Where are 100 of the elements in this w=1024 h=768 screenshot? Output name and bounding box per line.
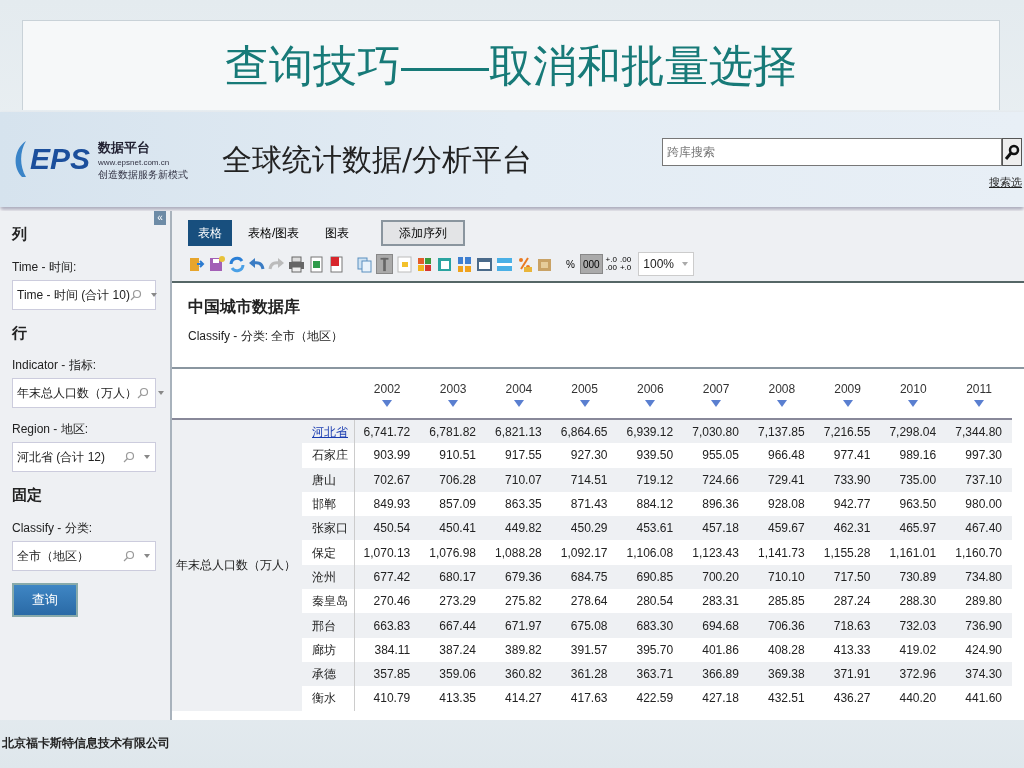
table-cell: 863.35 [486, 491, 552, 517]
table-cell: 369.38 [748, 661, 815, 687]
table-cell: 440.20 [880, 686, 947, 711]
table-cell: 679.36 [486, 564, 552, 590]
format-button[interactable]: 000 [579, 254, 603, 274]
table-cell: 1,160.70 [946, 540, 1012, 565]
table-cell: 690.85 [617, 564, 684, 590]
dropdown-field[interactable]: Time - 时间 (合计 10) [12, 279, 156, 310]
search-icon [123, 549, 135, 562]
sort-icon[interactable] [448, 399, 459, 408]
logo-swoosh-icon [14, 141, 26, 178]
table-cell: 1,092.17 [551, 540, 618, 565]
table-cell: 6,821.13 [486, 419, 552, 444]
table-cell: 706.28 [420, 467, 486, 492]
table-cell: 436.27 [814, 686, 881, 711]
sort-icon[interactable] [842, 399, 853, 408]
table-cell: 462.31 [814, 516, 881, 541]
column-header[interactable]: 2002 [355, 379, 420, 398]
table-cell: 1,141.73 [748, 540, 815, 565]
query-button[interactable]: 查询 [12, 582, 78, 617]
table-cell: 287.24 [814, 589, 881, 614]
table-cell: 395.70 [617, 637, 684, 662]
table-cell: 273.29 [420, 589, 486, 614]
column-header[interactable]: 2006 [618, 379, 683, 398]
pdf-icon[interactable] [328, 254, 345, 274]
region-cell: 邯郸 [312, 497, 336, 512]
zoom-select[interactable]: 100% [638, 252, 695, 276]
sort-icon[interactable] [711, 399, 722, 408]
sort-icon[interactable] [974, 399, 985, 408]
column-header[interactable]: 2007 [684, 379, 748, 398]
sort-icon[interactable] [645, 399, 656, 408]
table-cell: 285.85 [748, 589, 815, 614]
section-heading: 固定 [12, 485, 43, 505]
table-cell: 465.97 [880, 516, 947, 541]
table-cell: 413.35 [420, 686, 486, 711]
table-cell: 857.09 [420, 491, 486, 517]
dropdown-field[interactable]: 全市（地区） [12, 540, 156, 571]
region-cell: 保定 [312, 545, 336, 560]
copy-icon[interactable] [356, 254, 373, 274]
table-cell: 7,298.04 [880, 419, 947, 444]
tab[interactable]: 图表 [315, 220, 360, 246]
table-cell: 730.89 [880, 564, 947, 590]
table-cell: 737.10 [946, 467, 1012, 492]
add-series-button[interactable]: 添加序列 [381, 220, 466, 246]
table-cell: 694.68 [683, 613, 749, 638]
print-icon[interactable] [288, 254, 305, 274]
search-options-link[interactable]: 搜索选 [989, 174, 1022, 191]
search-button[interactable] [1002, 138, 1022, 167]
save-icon[interactable] [208, 254, 225, 274]
table-cell: 7,344.80 [946, 419, 1012, 444]
report-title: 中国城市数据库 [188, 297, 301, 317]
table-cell: 849.93 [354, 491, 421, 517]
sort-icon[interactable] [776, 399, 787, 408]
column-header[interactable]: 2010 [881, 379, 946, 398]
region-cell: 石家庄 [312, 448, 348, 463]
tab[interactable]: 表格 [188, 220, 232, 246]
format-button[interactable]: % [564, 254, 577, 274]
table-cell: 1,070.13 [354, 540, 421, 565]
table-cell: 884.12 [617, 491, 684, 517]
search-field[interactable]: 跨库搜索 [662, 138, 1002, 167]
table-cell: 1,076.98 [420, 540, 486, 565]
sort-icon[interactable] [513, 399, 524, 408]
tab[interactable]: 表格/图表 [238, 220, 310, 246]
region-cell: 沧州 [312, 569, 336, 584]
cell-icon[interactable] [396, 254, 413, 274]
logo-text: EPS [30, 144, 91, 175]
table-cell: 6,781.82 [420, 419, 486, 444]
region-cell: 张家口 [312, 521, 348, 536]
region-cell: 承德 [312, 667, 336, 682]
sort-icon[interactable] [908, 399, 919, 408]
table-cell: 955.05 [683, 443, 749, 468]
dropdown-field[interactable]: 河北省 (合计 12) [12, 442, 156, 472]
decimal-button[interactable]: .00 +.0 [619, 254, 632, 274]
section-heading: 列 [12, 224, 28, 244]
column-header[interactable]: 2008 [749, 379, 814, 398]
section-heading: 行 [12, 322, 28, 343]
table-cell: 675.08 [551, 613, 618, 638]
field-label: Time - 时间: [12, 258, 78, 276]
sort-icon[interactable] [579, 399, 590, 408]
table-cell: 357.85 [354, 661, 421, 687]
collapse-button[interactable]: « [154, 211, 166, 225]
column-header[interactable]: 2011 [947, 379, 1011, 398]
table-cell: 989.16 [880, 443, 947, 468]
refresh-icon[interactable] [228, 254, 245, 274]
table-cell: 896.36 [683, 491, 749, 517]
table-cell: 1,106.08 [617, 540, 684, 565]
column-header[interactable]: 2004 [487, 379, 551, 398]
table-cell: 733.90 [814, 467, 881, 492]
sort-icon[interactable] [382, 399, 393, 408]
table-cell: 1,155.28 [814, 540, 881, 565]
column-header[interactable]: 2005 [552, 379, 617, 398]
search-icon [137, 387, 149, 399]
column-header[interactable]: 2009 [815, 379, 880, 398]
excel-icon[interactable] [308, 254, 325, 274]
column-header[interactable]: 2003 [421, 379, 485, 398]
table-cell: 283.31 [683, 589, 749, 614]
table-cell: 414.27 [486, 686, 552, 711]
table-cell: 410.79 [354, 686, 421, 711]
table-cell: 275.82 [486, 589, 552, 614]
decimal-button[interactable]: +.0 .00 [605, 254, 617, 274]
